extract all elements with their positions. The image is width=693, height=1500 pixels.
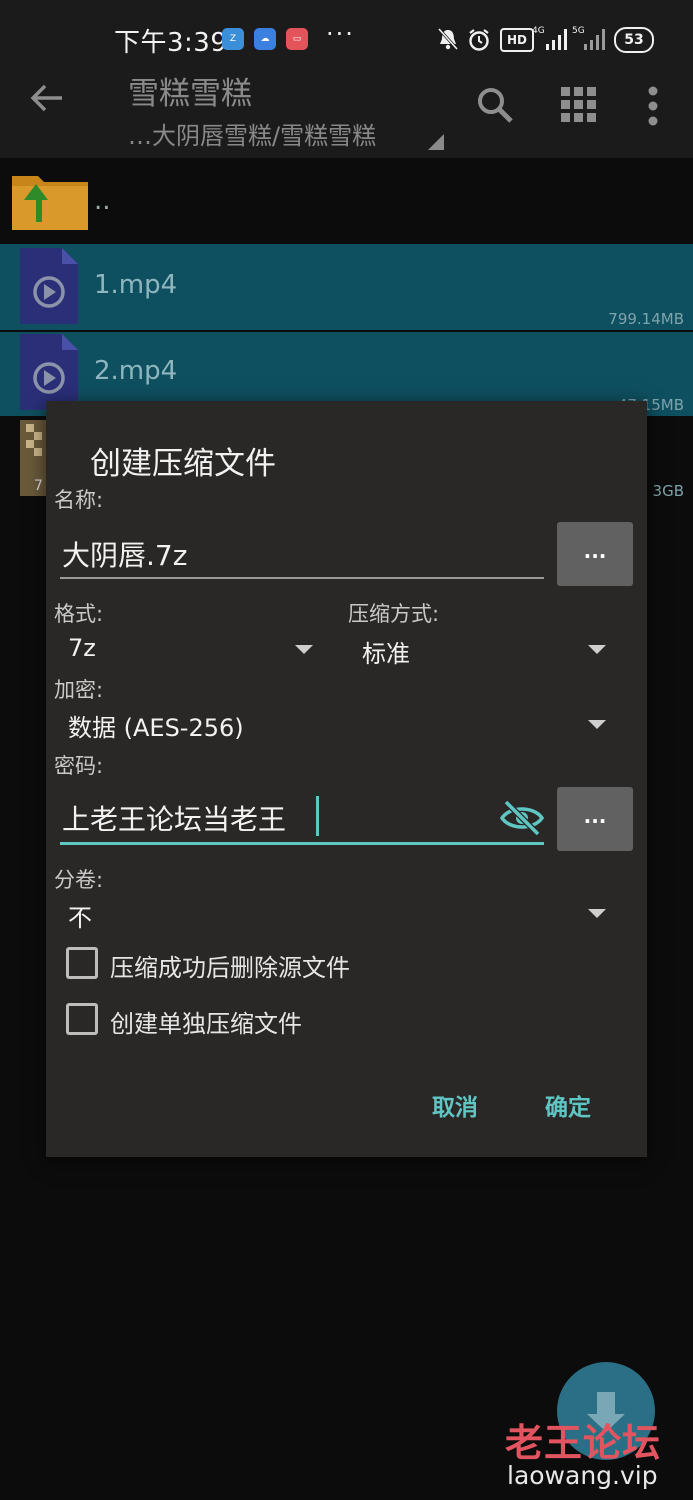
encryption-select[interactable]: 数据 (AES-256) [68, 708, 244, 743]
format-select[interactable]: 7z [68, 634, 96, 662]
compression-method-select[interactable]: 标准 [362, 634, 410, 669]
encryption-dropdown-arrow-icon[interactable] [588, 720, 606, 729]
archive-type-label: 7 [34, 478, 43, 494]
cloud-notification-icon: ☁ [254, 28, 276, 50]
more-notifications-icon: ··· [326, 20, 355, 48]
file-name: 2.mp4 [94, 356, 178, 386]
alarm-icon [467, 28, 491, 57]
shop-notification-icon: ▭ [286, 28, 308, 50]
delete-after-checkbox[interactable] [66, 947, 98, 979]
signal-icon [546, 28, 572, 50]
browse-button[interactable]: ... [557, 522, 633, 586]
separate-archives-checkbox[interactable] [66, 1003, 98, 1035]
network-type-label-2: 5G [572, 26, 585, 36]
format-label: 格式: [54, 602, 104, 626]
video-file-icon [20, 248, 78, 328]
back-arrow-icon[interactable] [30, 82, 64, 122]
network-type-label: 4G [532, 26, 545, 36]
file-size: 799.14MB [608, 310, 684, 328]
file-name: 1.mp4 [94, 270, 178, 300]
parent-folder-icon [12, 168, 88, 236]
folder-title: 雪糕雪糕 [128, 76, 252, 112]
grid-view-icon[interactable] [560, 86, 598, 128]
delete-after-label[interactable]: 压缩成功后删除源文件 [110, 948, 350, 983]
split-volume-label: 分卷: [54, 868, 104, 892]
battery-indicator: 53 [614, 27, 654, 53]
parent-folder-label: .. [94, 186, 111, 216]
status-time: 下午3:39 [114, 28, 228, 58]
compression-method-label: 压缩方式: [348, 602, 440, 626]
archive-name-input[interactable]: 大阴唇.7z [62, 534, 542, 574]
password-more-button[interactable]: ... [557, 787, 633, 851]
hd-badge: HD [500, 28, 534, 52]
cancel-button[interactable]: 取消 [432, 1088, 478, 1122]
search-icon[interactable] [476, 86, 514, 128]
text-cursor [316, 796, 319, 836]
name-input-underline [60, 577, 544, 579]
app-notification-icon: Z [222, 28, 244, 50]
mute-bell-icon [437, 27, 459, 55]
separate-archives-label[interactable]: 创建单独压缩文件 [110, 1004, 302, 1039]
split-volume-select[interactable]: 不 [68, 898, 92, 933]
folder-path[interactable]: …大阴唇雪糕/雪糕雪糕 [128, 116, 376, 151]
name-label: 名称: [54, 488, 104, 512]
watermark-url: laowang.vip [507, 1461, 658, 1490]
signal-icon-2 [584, 28, 610, 50]
visibility-off-icon[interactable] [499, 799, 545, 840]
path-dropdown-icon[interactable] [428, 134, 444, 150]
ok-button[interactable]: 确定 [545, 1088, 591, 1122]
password-input-underline [60, 842, 544, 845]
dialog-title: 创建压缩文件 [90, 446, 276, 482]
create-archive-dialog [46, 401, 647, 1157]
watermark-title: 老王论坛 [505, 1421, 662, 1465]
password-input[interactable]: 上老王论坛当老王 [62, 798, 286, 838]
encryption-label: 加密: [54, 678, 104, 702]
password-label: 密码: [54, 754, 104, 778]
split-dropdown-arrow-icon[interactable] [588, 909, 606, 918]
method-dropdown-arrow-icon[interactable] [588, 645, 606, 654]
more-options-icon[interactable] [646, 86, 660, 130]
format-dropdown-arrow-icon[interactable] [295, 645, 313, 654]
